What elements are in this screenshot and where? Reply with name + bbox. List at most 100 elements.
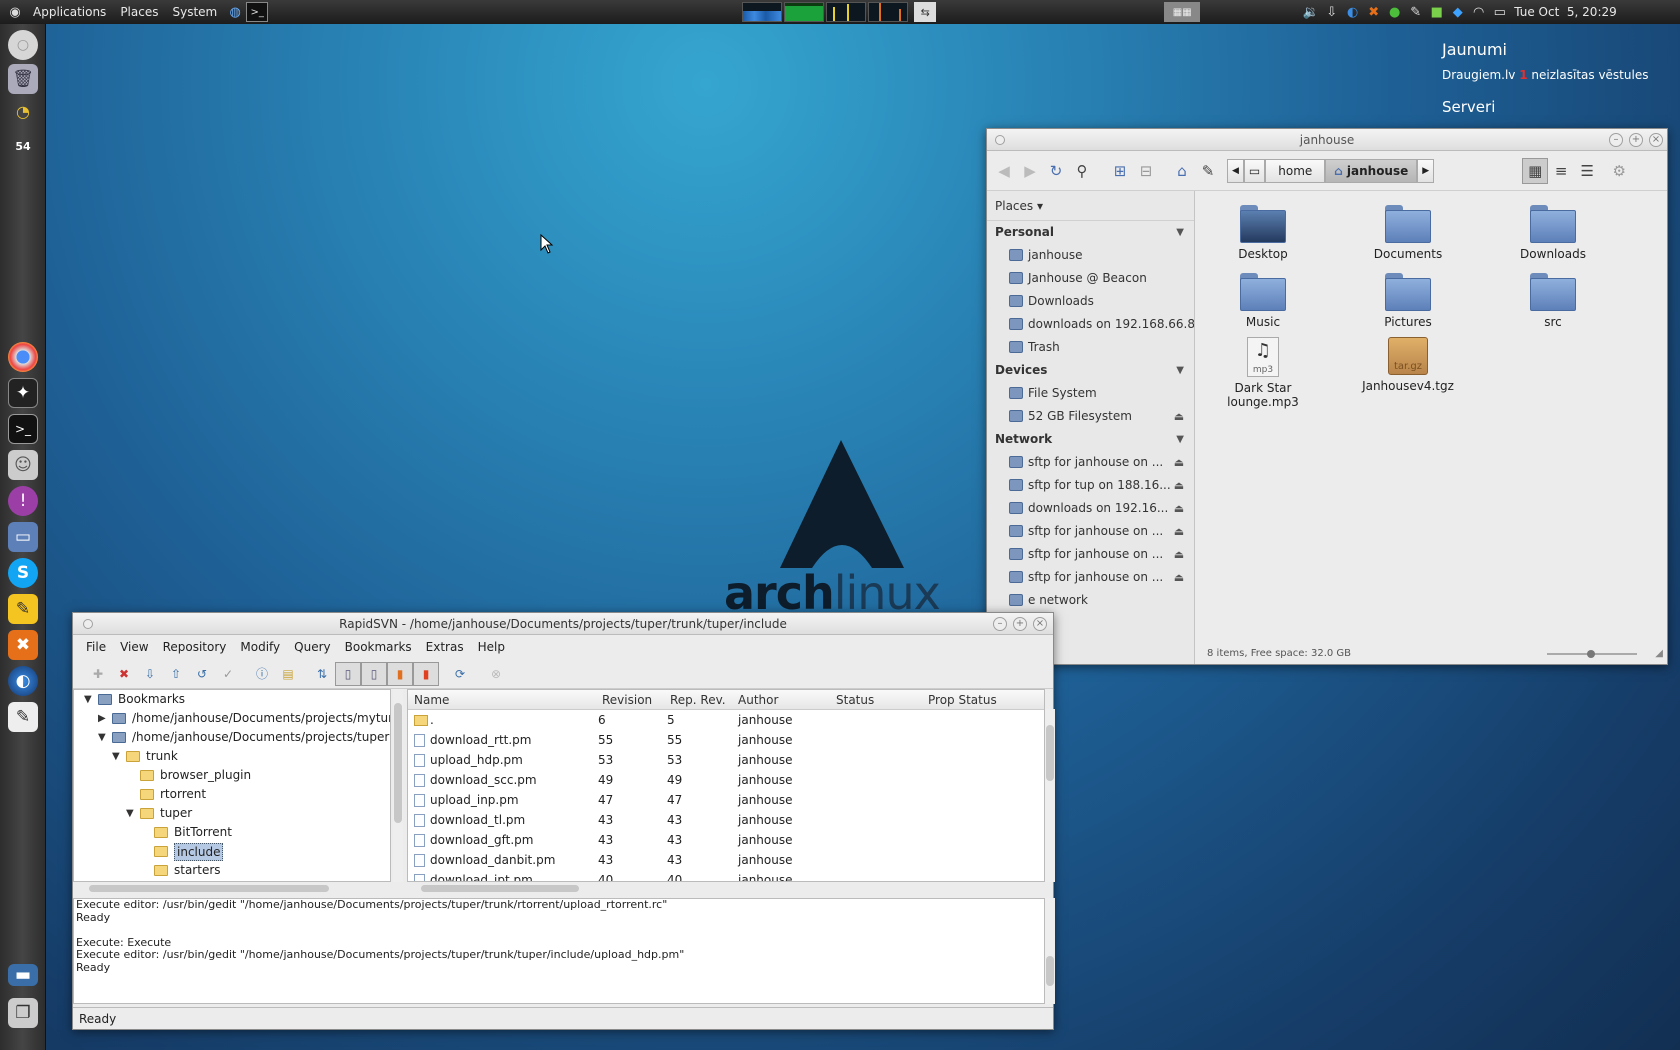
volume-icon[interactable]: 🔉 [1300,5,1321,20]
status-column-header[interactable]: Status [836,693,874,707]
minimize-button[interactable]: – [1609,133,1623,147]
text-editor-icon[interactable]: ✎ [8,594,38,624]
minimize-button[interactable]: – [993,617,1007,631]
table-row[interactable]: download_ipt.pm 40 40 janhouse [408,870,1044,881]
resize-grip-icon[interactable]: ◢ [1655,644,1663,664]
sidebar-item[interactable]: sftp for janhouse on ... ⏏ [987,566,1194,589]
expander-open-icon[interactable]: ▼ [84,690,92,709]
power-icon[interactable]: ○ [8,30,38,60]
expander-open-icon[interactable]: ▼ [112,747,120,766]
eject-icon[interactable]: ⏏ [1172,525,1186,538]
tree-node[interactable]: ▼ trunk [74,747,390,766]
eject-icon[interactable]: ⏏ [1172,479,1186,492]
file-item[interactable]: src [1493,273,1613,329]
rapidsvn-titlebar[interactable]: RapidSVN - /home/janhouse/Documents/proj… [73,613,1053,635]
window-list-icon[interactable]: ⇆ [914,2,937,22]
sidebar-item[interactable]: sftp for janhouse on ... ⏏ [987,520,1194,543]
stop-icon[interactable]: ⊗ [483,662,509,686]
show-unversioned-icon[interactable]: ▯ [335,661,361,686]
tree-node[interactable]: starters [74,861,390,880]
menu-places[interactable]: Places [113,0,165,24]
sidebar-item[interactable]: sftp for tup on 188.16... ⏏ [987,474,1194,497]
file-item[interactable]: Downloads [1493,205,1613,261]
maximize-button[interactable]: + [1629,133,1643,147]
menu-file[interactable]: File [79,640,113,654]
menu-extras[interactable]: Extras [419,640,471,654]
crossover-tray-icon[interactable]: ✖ [1363,5,1384,20]
window-menu-button[interactable] [995,135,1005,145]
chrome-icon[interactable] [8,342,38,372]
updates-icon[interactable]: ⇩ [1321,5,1342,20]
notepad-icon[interactable]: ✎ [8,702,38,732]
system-monitor[interactable] [740,2,909,22]
tree-node[interactable]: ▼ Bookmarks [74,690,390,709]
show-conflicted-icon[interactable]: ▮ [413,661,439,686]
window-switcher-icon[interactable]: ❐ [8,998,38,1028]
table-row[interactable]: download_danbit.pm 43 43 janhouse [408,850,1044,870]
list-hscroll-thumb[interactable] [421,885,579,892]
skype-icon[interactable]: S [8,558,38,588]
sidebar-item[interactable]: sftp for janhouse on ... ⏏ [987,451,1194,474]
update-icon[interactable]: ⇩ [137,662,163,686]
file-item[interactable]: ♫ mp3 Dark Star lounge.mp3 [1203,337,1323,409]
pidgin-icon[interactable]: ! [8,486,38,516]
sidebar-item[interactable]: downloads on 192.168.66.8 [987,313,1194,336]
maximize-button[interactable]: + [1013,617,1027,631]
firefox-icon[interactable]: ◐ [8,666,38,696]
places-dropdown[interactable]: Places ▾ [987,191,1194,221]
eject-icon[interactable]: ⏏ [1172,548,1186,561]
back-icon[interactable]: ◀ [991,158,1017,184]
rep-rev-column-header[interactable]: Rep. Rev. [670,693,726,707]
expander-closed-icon[interactable]: ▶ [98,709,106,728]
table-row[interactable]: upload_hdp.pm 53 53 janhouse [408,750,1044,770]
show-desktop-icon[interactable]: ▬ [8,964,38,986]
breadcrumb-drive-icon[interactable]: ▭ [1243,158,1266,183]
file-item[interactable]: Documents [1348,205,1468,261]
flat-view-icon[interactable]: ⇅ [309,662,335,686]
skype-tray-icon[interactable]: ◆ [1447,5,1468,20]
log-icon[interactable]: ▤ [275,662,301,686]
file-manager-icon[interactable]: ▭ [8,522,38,552]
menu-applications[interactable]: Applications [26,0,113,24]
table-row[interactable]: download_rtt.pm 55 55 janhouse [408,730,1044,750]
breadcrumb-left-arrow[interactable]: ◀ [1227,158,1244,183]
revert-icon[interactable]: ↺ [189,662,215,686]
terminal-icon[interactable]: >_ [8,414,38,444]
info-icon[interactable]: ⓘ [249,662,275,686]
firefox-tray-icon[interactable]: ◐ [1342,5,1363,20]
menu-query[interactable]: Query [287,640,337,654]
delete-icon[interactable]: ✖ [111,662,137,686]
new-folder-icon[interactable]: ⊞ [1107,158,1133,184]
icon-view-icon[interactable]: ▦ [1522,157,1549,184]
menu-view[interactable]: View [113,640,155,654]
table-row[interactable]: upload_inp.pm 47 47 janhouse [408,790,1044,810]
name-column-header[interactable]: Name [414,693,449,707]
sidebar-item[interactable]: janhouse [987,244,1194,267]
wifi-icon[interactable]: ◠ [1468,5,1489,20]
compact-view-icon[interactable]: ☰ [1574,158,1600,184]
expander-open-icon[interactable]: ▼ [126,804,134,823]
eject-icon[interactable]: ⏏ [1172,502,1186,515]
menu-repository[interactable]: Repository [156,640,234,654]
sidebar-item[interactable]: 52 GB Filesystem ⏏ [987,405,1194,428]
chat-people-icon[interactable]: ☺ [8,450,38,480]
add-icon[interactable]: ✚ [85,662,111,686]
prop-status-column-header[interactable]: Prop Status [928,693,997,707]
widget-line[interactable]: Draugiem.lv 1 neizlasītas vēstules [1442,68,1648,82]
expander-open-icon[interactable]: ▼ [98,728,106,747]
tree-node[interactable]: ▼ tuper [74,804,390,823]
eject-icon[interactable]: ⏏ [1172,456,1186,469]
sidebar-item[interactable]: Janhouse @ Beacon [987,267,1194,290]
tree-node[interactable]: browser_plugin [74,766,390,785]
edit-icon[interactable]: ✎ [1195,158,1221,184]
browser-launcher-icon[interactable]: ◍ [224,2,246,22]
file-item[interactable]: tar.gz Janhousev4.tgz [1348,337,1468,393]
file-item[interactable]: Pictures [1348,273,1468,329]
network-manager-icon[interactable]: ■ [1426,5,1447,20]
forward-icon[interactable]: ▶ [1017,158,1043,184]
show-modified-icon[interactable]: ▮ [387,661,413,686]
window-menu-button[interactable] [83,619,93,629]
list-scrollbar[interactable] [1045,709,1055,882]
menu-modify[interactable]: Modify [233,640,287,654]
zoom-slider[interactable] [1547,650,1637,658]
